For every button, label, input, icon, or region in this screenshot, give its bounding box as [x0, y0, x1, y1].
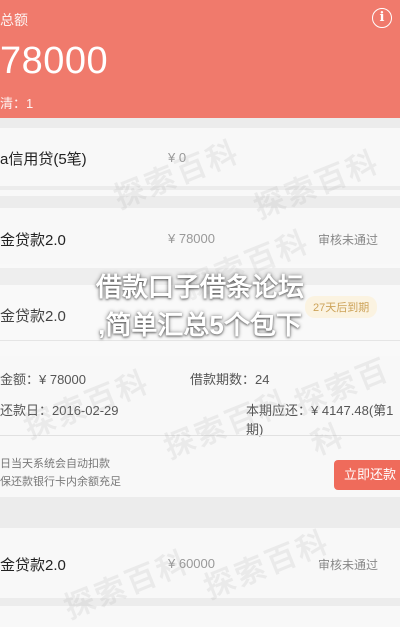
loan-title: 金贷款2.0 — [0, 557, 66, 574]
loan-title: a信用贷(5笔) — [0, 151, 87, 168]
detail-repay-date: 还款日：2016-02-29 — [0, 403, 119, 418]
loan-card-5[interactable] — [0, 606, 400, 627]
overlay-line-1: 借款口子借条论坛 — [95, 272, 304, 302]
summary-header: 总额 78000 清：1 i — [0, 0, 400, 118]
total-amount: 78000 — [0, 40, 109, 82]
overlay-line-2: ,简单汇总5个包下 — [98, 310, 302, 340]
loan-status: 审核未通过 — [318, 233, 379, 247]
detail-due: 本期应还：¥ 4147.48(第1期) — [246, 403, 394, 437]
loan-title: 金贷款2.0 — [0, 232, 66, 249]
detail-term: 借款期数：24 — [190, 372, 270, 387]
repay-now-button[interactable]: 立即还款 — [334, 460, 400, 490]
pending-count: 清：1 — [0, 96, 34, 111]
divider — [0, 435, 400, 436]
loan-card-credit[interactable]: a信用贷(5笔) ¥ 0 — [0, 128, 400, 186]
loan-card-4[interactable]: 金贷款2.0 ¥ 60000 审核未通过 — [0, 528, 400, 598]
overlay-headline: 借款口子借条论坛 ,简单汇总5个包下 — [0, 268, 400, 344]
loan-amount: ¥ 78000 — [168, 231, 215, 246]
notice-line: 日当天系统会自动扣款 — [0, 458, 110, 470]
loan-amount: ¥ 0 — [168, 150, 187, 165]
info-icon[interactable]: i — [372, 8, 392, 28]
detail-amount: 金额：¥ 78000 — [0, 372, 86, 387]
spacer — [0, 190, 400, 196]
notice-line: 保还款银行卡内余额充足 — [0, 476, 121, 488]
loan-card-2[interactable]: 金贷款2.0 ¥ 78000 审核未通过 — [0, 208, 400, 268]
loan-amount: ¥ 60000 — [168, 556, 215, 571]
loan-status: 审核未通过 — [318, 558, 379, 572]
total-label: 总额 — [0, 12, 28, 28]
